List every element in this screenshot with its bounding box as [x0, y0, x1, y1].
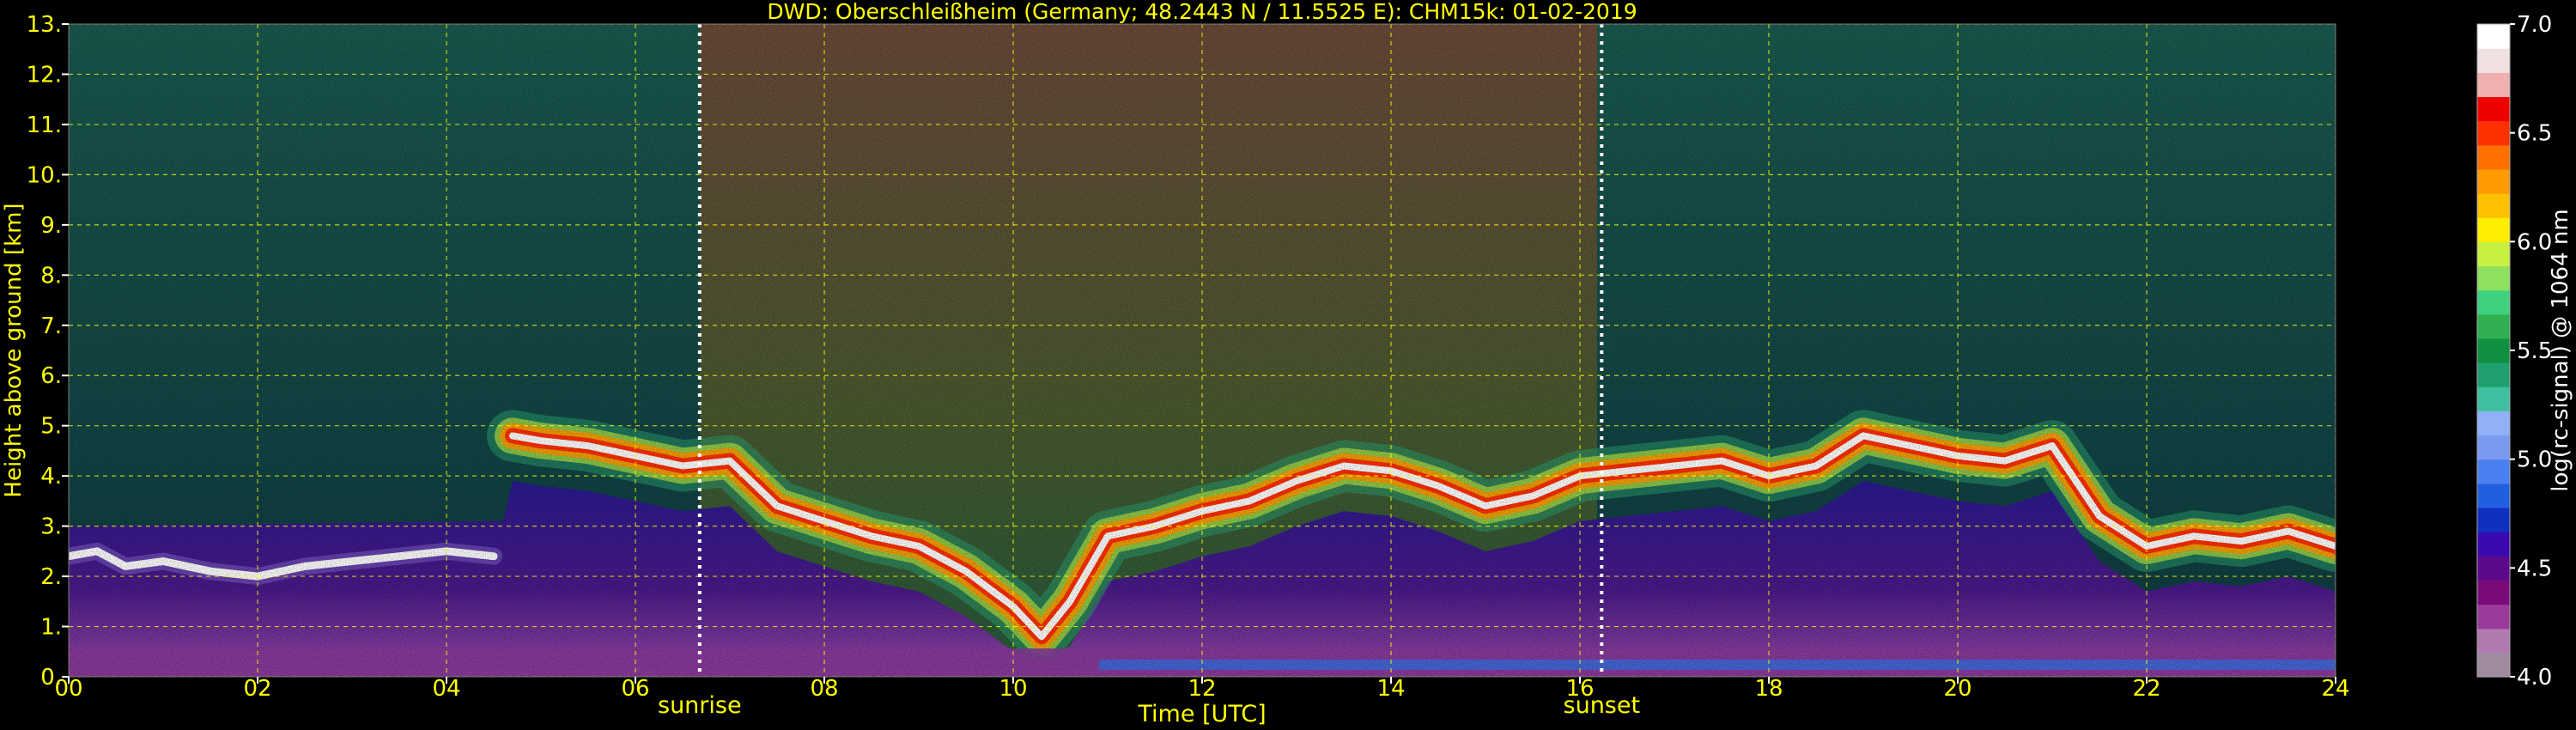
x-tick-label-11: 22: [2132, 676, 2160, 702]
colorbar-segment-24: [2477, 72, 2510, 98]
colorbar: [2476, 23, 2511, 678]
colorbar-segment-11: [2477, 386, 2510, 411]
colorbar-segment-17: [2477, 241, 2510, 267]
y-tick-label-12: 12.: [27, 62, 62, 88]
y-axis-label: Height above ground [km]: [1, 203, 27, 497]
colorbar-segment-0: [2477, 652, 2510, 678]
colorbar-segment-19: [2477, 193, 2510, 218]
ceilometer-chart: DWD: Oberschleißheim (Germany; 48.2443 N…: [1, 0, 2573, 727]
x-tick-label-10: 20: [1943, 676, 1971, 702]
y-tick-label-8: 8.: [40, 263, 62, 289]
x-tick-label-7: 14: [1376, 676, 1405, 702]
y-tick-label-5: 5.: [40, 414, 62, 440]
colorbar-segment-8: [2477, 459, 2510, 484]
y-tick-label-6: 6.: [40, 363, 62, 389]
colorbar-segment-20: [2477, 168, 2510, 194]
colorbar-segment-6: [2477, 507, 2510, 532]
x-tick-label-5: 10: [999, 676, 1027, 702]
colorbar-segment-23: [2477, 96, 2510, 122]
y-tick-label-3: 3.: [40, 514, 62, 540]
x-tick-label-4: 08: [810, 676, 838, 702]
colorbar-ticks: 4.04.55.05.56.06.57.0: [2510, 12, 2552, 690]
colorbar-segment-4: [2477, 556, 2510, 581]
colorbar-segment-2: [2477, 604, 2510, 630]
x-tick-label-6: 12: [1188, 676, 1216, 702]
colorbar-segment-5: [2477, 532, 2510, 557]
colorbar-segment-9: [2477, 435, 2510, 460]
y-tick-label-0: 0.: [40, 665, 62, 690]
colorbar-segment-16: [2477, 265, 2510, 291]
x-tick-label-3: 06: [621, 676, 649, 702]
sunset-label: sunset: [1564, 692, 1641, 719]
y-tick-label-7: 7.: [40, 313, 62, 339]
x-tick-label-2: 04: [432, 676, 460, 702]
x-tick-label-1: 02: [243, 676, 271, 702]
colorbar-segment-26: [2477, 24, 2510, 49]
colorbar-segment-1: [2477, 628, 2510, 654]
y-tick-label-9: 9.: [40, 213, 62, 239]
colorbar-segment-21: [2477, 144, 2510, 170]
colorbar-segment-7: [2477, 483, 2510, 508]
y-tick-label-13: 13.: [27, 12, 62, 38]
colorbar-segment-3: [2477, 580, 2510, 605]
colorbar-segment-10: [2477, 411, 2510, 436]
colorbar-segment-14: [2477, 313, 2510, 339]
plot-area: [69, 24, 2336, 677]
x-axis-label: Time [UTC]: [1137, 701, 1266, 727]
x-tick-label-9: 18: [1754, 676, 1783, 702]
x-axis: 00 02 04 06 08 10 12 14 16 18 20 22 24: [54, 676, 2349, 702]
sunrise-label: sunrise: [658, 692, 742, 719]
x-tick-label-12: 24: [2321, 676, 2349, 702]
colorbar-tick-label-6: 7.0: [2517, 12, 2552, 38]
y-tick-label-11: 11.: [27, 113, 62, 138]
y-tick-label-4: 4.: [40, 464, 62, 490]
y-axis: 0. 1. 2. 3. 4. 5. 6. 7. 8. 9. 10. 11. 12. 13.: [27, 12, 69, 690]
y-tick-label-1: 1.: [40, 615, 62, 641]
colorbar-segment-22: [2477, 120, 2510, 146]
colorbar-tick-label-5: 6.5: [2517, 121, 2552, 147]
colorbar-tick-label-1: 4.5: [2517, 556, 2552, 581]
colorbar-label: log(rc-signal) @ 1064 nm: [2548, 209, 2573, 491]
colorbar-segment-12: [2477, 362, 2510, 387]
colorbar-segment-13: [2477, 338, 2510, 363]
y-tick-label-2: 2.: [40, 564, 62, 590]
y-tick-label-10: 10.: [27, 162, 62, 188]
colorbar-segment-25: [2477, 48, 2510, 73]
colorbar-segment-18: [2477, 217, 2510, 242]
colorbar-tick-label-0: 4.0: [2517, 665, 2552, 690]
colorbar-segment-15: [2477, 289, 2510, 315]
chart-title: DWD: Oberschleißheim (Germany; 48.2443 N…: [767, 0, 1637, 24]
